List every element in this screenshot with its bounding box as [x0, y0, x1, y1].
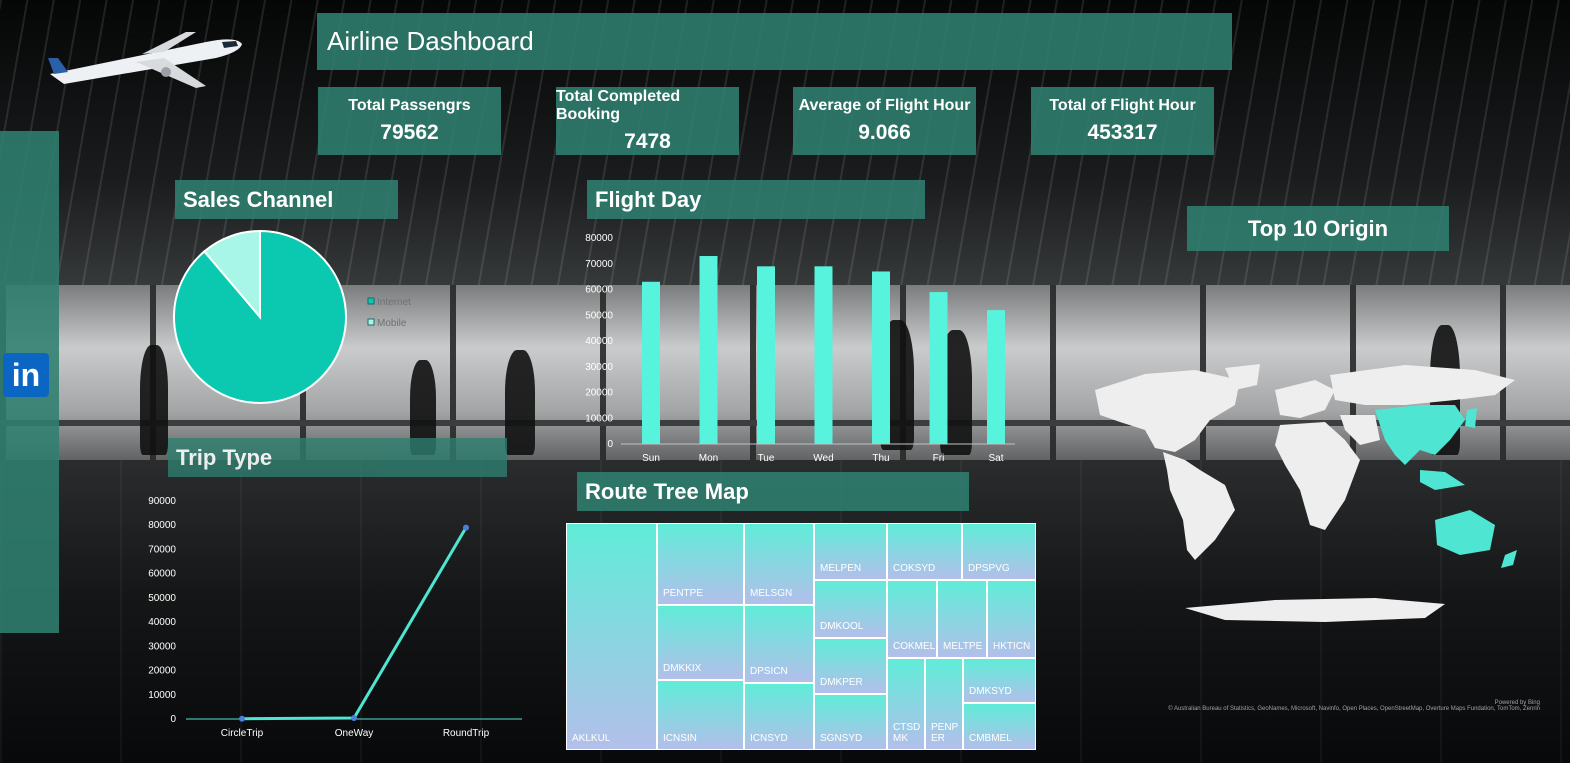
x-tick-label: Sun: [642, 453, 660, 464]
kpi-total-flight-hour: Total of Flight Hour 453317: [1031, 87, 1214, 155]
kpi-label: Average of Flight Hour: [798, 97, 971, 114]
sales-channel-title: Sales Channel: [175, 180, 398, 219]
legend-swatch: [367, 297, 375, 305]
kpi-label: Total Completed Booking: [556, 88, 681, 123]
legend-swatch: [367, 318, 375, 326]
data-point: [463, 524, 469, 531]
series-line: [241, 526, 468, 721]
treemap-tile: DPSPVG: [962, 523, 1036, 580]
y-tick-label: 30000: [585, 362, 613, 373]
x-tick-label: CircleTrip: [221, 728, 264, 739]
bar: [814, 266, 833, 444]
treemap-tile: DMKOOL: [814, 580, 887, 638]
x-tick-label: Mon: [699, 453, 718, 464]
bar: [757, 266, 775, 444]
treemap-tile: ICNSIN: [657, 680, 744, 750]
kpi-value: 7478: [624, 130, 671, 153]
trip-type-title: Trip Type: [168, 438, 507, 477]
y-tick-label: 10000: [585, 413, 613, 424]
top-origin-title: Top 10 Origin: [1187, 206, 1449, 251]
flight-day-bar-chart: 0 10000 20000 30000 40000 50000 60000 70000 8000…: [585, 233, 1015, 464]
kpi-total-passengers: Total Passengrs 79562: [318, 87, 501, 155]
data-point: [239, 715, 245, 722]
treemap-tile: ICNSYD: [744, 683, 814, 750]
x-tick-label: Sat: [988, 453, 1003, 464]
y-tick-label: 0: [170, 714, 176, 725]
x-tick-label: Fri: [933, 453, 945, 464]
y-tick-label: 40000: [148, 617, 176, 628]
kpi-total-completed-booking: Total Completed Booking 7478: [556, 87, 739, 155]
y-tick-label: 60000: [148, 569, 176, 580]
y-tick-label: 10000: [148, 690, 176, 701]
bar: [699, 256, 718, 444]
treemap-tile: AKLKUL: [566, 523, 657, 750]
x-tick-label: RoundTrip: [443, 728, 490, 739]
y-tick-label: 30000: [148, 641, 176, 652]
treemap-tile: COKMEL: [887, 580, 937, 658]
silhouette: [505, 350, 535, 455]
linkedin-icon[interactable]: in: [3, 353, 49, 397]
y-tick-label: 70000: [148, 544, 176, 555]
legend-label: Internet: [377, 297, 411, 308]
y-tick-label: 50000: [148, 593, 176, 604]
x-tick-label: OneWay: [335, 728, 374, 739]
kpi-value: 453317: [1087, 121, 1158, 144]
dashboard-title: Airline Dashboard: [317, 13, 1232, 70]
y-tick-label: 90000: [148, 496, 176, 507]
airplane-icon: [48, 32, 242, 88]
treemap-tile: MELSGN: [744, 523, 814, 605]
silhouette: [140, 345, 168, 455]
x-tick-label: Wed: [813, 453, 833, 464]
flight-day-title: Flight Day: [587, 180, 925, 219]
y-tick-label: 20000: [585, 388, 613, 399]
x-tick-label: Thu: [872, 453, 889, 464]
route-tree-map-title: Route Tree Map: [577, 472, 969, 511]
treemap-tile: DMKPER: [814, 638, 887, 694]
y-tick-label: 0: [607, 439, 613, 450]
data-point: [351, 715, 357, 722]
kpi-label: Total Passengrs: [348, 97, 471, 114]
map-attribution: Powered by Bing © Australian Bureau of S…: [1080, 700, 1540, 712]
treemap-tile: CMBMEL: [963, 703, 1036, 750]
treemap-tile: PENTPE: [657, 523, 744, 605]
kpi-average-flight-hour: Average of Flight Hour 9.066: [793, 87, 976, 155]
treemap-tile: CTSDMK: [887, 658, 925, 750]
x-tick-label: Tue: [758, 453, 775, 464]
treemap-tile: DMKKIX: [657, 605, 744, 680]
treemap-tile: DMKSYD: [963, 658, 1036, 703]
treemap-tile: PENPER: [925, 658, 963, 750]
sales-channel-pie-chart: Internet Mobile: [173, 229, 411, 404]
y-tick-label: 40000: [585, 336, 613, 347]
y-tick-label: 80000: [585, 233, 613, 244]
bar: [987, 310, 1005, 444]
treemap-tile: MELPEN: [814, 523, 887, 580]
y-tick-label: 80000: [148, 520, 176, 531]
treemap-tile: HKTICN: [987, 580, 1036, 658]
treemap-tile: SGNSYD: [814, 694, 887, 750]
treemap-tile: MELTPE: [937, 580, 987, 658]
bar: [642, 281, 660, 444]
legend-label: Mobile: [377, 318, 407, 329]
map-credits: © Australian Bureau of Statistics, GeoNa…: [1168, 706, 1540, 712]
kpi-value: 9.066: [858, 121, 911, 144]
y-tick-label: 50000: [585, 310, 613, 321]
route-tree-map: AKLKUL PENTPE MELSGN MELPEN COKSYD DPSPVG DMKK…: [566, 523, 1036, 750]
y-tick-label: 70000: [585, 259, 613, 270]
kpi-label: Total of Flight Hour: [1049, 97, 1196, 114]
kpi-value: 79562: [380, 121, 439, 144]
bar: [872, 271, 890, 444]
y-tick-label: 60000: [585, 285, 613, 296]
treemap-tile: DPSICN: [744, 605, 814, 683]
y-tick-label: 20000: [148, 666, 176, 677]
top-origin-world-map: [1095, 364, 1517, 622]
treemap-tile: COKSYD: [887, 523, 962, 580]
trip-type-line-chart: 0 10000 20000 30000 40000 50000 60000 70000 8000…: [148, 496, 522, 739]
bar: [929, 292, 948, 444]
